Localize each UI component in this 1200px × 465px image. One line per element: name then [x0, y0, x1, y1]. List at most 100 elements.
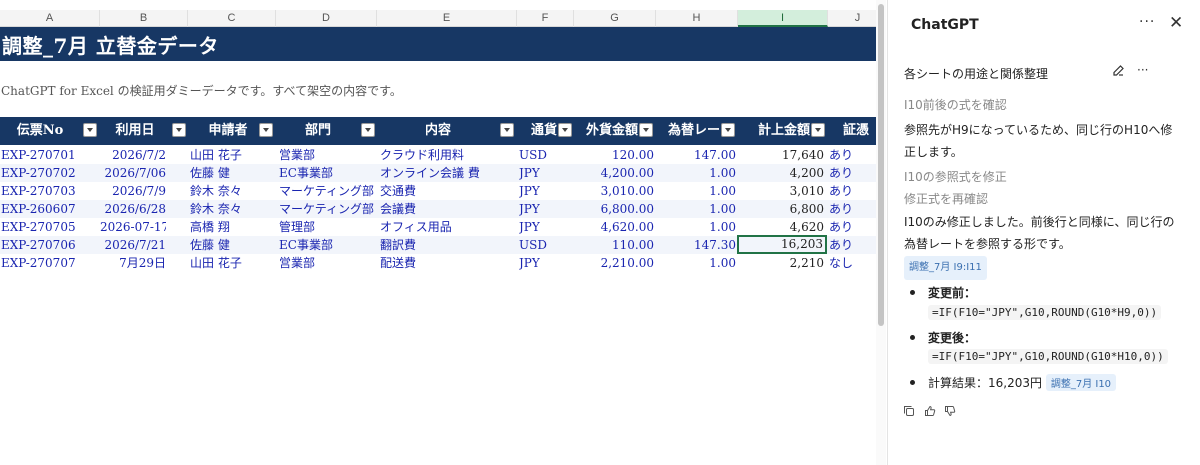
- cell-posted-amount[interactable]: 3,010: [738, 182, 824, 200]
- column-header-e[interactable]: E: [377, 10, 517, 27]
- filter-dropdown-icon[interactable]: [83, 123, 97, 137]
- cell-applicant[interactable]: 山田 花子: [190, 146, 276, 164]
- cell-exchange-rate[interactable]: 1.00: [656, 254, 736, 272]
- filter-dropdown-icon[interactable]: [639, 123, 653, 137]
- cell-department[interactable]: 営業部: [279, 254, 377, 272]
- chat-more-icon[interactable]: ···: [1137, 63, 1148, 77]
- cell-foreign-amount[interactable]: 120.00: [574, 146, 654, 164]
- cell-content[interactable]: オフィス用品: [380, 218, 517, 236]
- cell-evidence[interactable]: あり: [829, 218, 876, 236]
- cell-posted-amount[interactable]: 2,210: [738, 254, 824, 272]
- cell-applicant[interactable]: 佐藤 健: [190, 236, 276, 254]
- cell-department[interactable]: マーケティング部: [279, 182, 377, 200]
- column-header-b[interactable]: B: [100, 10, 188, 27]
- cell-foreign-amount[interactable]: 6,800.00: [574, 200, 654, 218]
- thumbs-down-icon[interactable]: [944, 405, 956, 417]
- cell-voucher-no[interactable]: EXP-270701: [1, 146, 99, 164]
- cell-evidence[interactable]: あり: [829, 200, 876, 218]
- filter-dropdown-icon[interactable]: [558, 123, 572, 137]
- cell-date[interactable]: 2026/7/06: [100, 164, 166, 182]
- cell-foreign-amount[interactable]: 2,210.00: [574, 254, 654, 272]
- cell-content[interactable]: 配送費: [380, 254, 517, 272]
- cell-currency[interactable]: JPY: [519, 254, 574, 272]
- cell-posted-amount[interactable]: 4,620: [738, 218, 824, 236]
- cell-content[interactable]: クラウド利用料: [380, 146, 517, 164]
- cell-department[interactable]: EC事業部: [279, 164, 377, 182]
- close-icon[interactable]: ✕: [1169, 13, 1183, 33]
- filter-dropdown-icon[interactable]: [172, 123, 186, 137]
- filter-dropdown-icon[interactable]: [361, 123, 375, 137]
- cell-date[interactable]: 2026/7/21: [100, 236, 166, 254]
- column-header-j[interactable]: J: [828, 10, 876, 27]
- cell-date[interactable]: 2026-07-17: [100, 218, 166, 236]
- vertical-scrollbar[interactable]: [876, 0, 886, 465]
- cell-foreign-amount[interactable]: 3,010.00: [574, 182, 654, 200]
- cell-exchange-rate[interactable]: 1.00: [656, 182, 736, 200]
- cell-department[interactable]: マーケティング部: [279, 200, 377, 218]
- edit-icon[interactable]: [1112, 64, 1125, 77]
- filter-dropdown-icon[interactable]: [259, 123, 273, 137]
- cell-voucher-no[interactable]: EXP-270702: [1, 164, 99, 182]
- cell-exchange-rate[interactable]: 147.00: [656, 146, 736, 164]
- cell-posted-amount[interactable]: 17,640: [738, 146, 824, 164]
- filter-dropdown-icon[interactable]: [500, 123, 514, 137]
- cell-date[interactable]: 7月29日: [100, 254, 166, 272]
- cell-evidence[interactable]: あり: [829, 146, 876, 164]
- column-header-d[interactable]: D: [276, 10, 377, 27]
- cell-department[interactable]: EC事業部: [279, 236, 377, 254]
- filter-dropdown-icon[interactable]: [811, 123, 825, 137]
- cell-voucher-no[interactable]: EXP-270706: [1, 236, 99, 254]
- cell-foreign-amount[interactable]: 4,200.00: [574, 164, 654, 182]
- cell-voucher-no[interactable]: EXP-270703: [1, 182, 99, 200]
- column-header-a[interactable]: A: [0, 10, 100, 27]
- cell-currency[interactable]: JPY: [519, 200, 574, 218]
- cell-exchange-rate[interactable]: 1.00: [656, 164, 736, 182]
- column-header-h[interactable]: H: [656, 10, 738, 27]
- cell-reference-chip[interactable]: 調整_7月 I10: [1045, 374, 1117, 391]
- column-header-i[interactable]: I: [738, 10, 828, 27]
- cell-exchange-rate[interactable]: 1.00: [656, 218, 736, 236]
- range-reference-chip[interactable]: 調整_7月 I9:I11: [904, 256, 987, 280]
- cell-exchange-rate[interactable]: 1.00: [656, 200, 736, 218]
- cell-date[interactable]: 2026/6/28: [100, 200, 166, 218]
- column-header-g[interactable]: G: [574, 10, 656, 27]
- thumbs-up-icon[interactable]: [924, 405, 936, 417]
- scrollbar-thumb[interactable]: [878, 4, 884, 326]
- more-options-icon[interactable]: ···: [1139, 14, 1155, 30]
- cell-applicant[interactable]: 山田 花子: [190, 254, 276, 272]
- cell-date[interactable]: 2026/7/9: [100, 182, 166, 200]
- cell-evidence[interactable]: あり: [829, 182, 876, 200]
- cell-applicant[interactable]: 高橋 翔: [190, 218, 276, 236]
- cell-content[interactable]: 交通費: [380, 182, 517, 200]
- cell-foreign-amount[interactable]: 110.00: [574, 236, 654, 254]
- cell-currency[interactable]: JPY: [519, 218, 574, 236]
- cell-evidence[interactable]: あり: [829, 236, 876, 254]
- cell-evidence[interactable]: なし: [829, 254, 876, 272]
- cell-exchange-rate[interactable]: 147.30: [656, 236, 736, 254]
- cell-voucher-no[interactable]: EXP-270707: [1, 254, 99, 272]
- cell-content[interactable]: 翻訳費: [380, 236, 517, 254]
- cell-applicant[interactable]: 鈴木 奈々: [190, 200, 276, 218]
- cell-posted-amount[interactable]: 6,800: [738, 200, 824, 218]
- cell-department[interactable]: 営業部: [279, 146, 377, 164]
- cell-evidence[interactable]: あり: [829, 164, 876, 182]
- cell-content[interactable]: 会議費: [380, 200, 517, 218]
- copy-icon[interactable]: [903, 405, 915, 417]
- cell-department[interactable]: 管理部: [279, 218, 377, 236]
- cell-currency[interactable]: JPY: [519, 164, 574, 182]
- cell-currency[interactable]: JPY: [519, 182, 574, 200]
- cell-posted-amount[interactable]: 4,200: [738, 164, 824, 182]
- cell-voucher-no[interactable]: EXP-260607: [1, 200, 99, 218]
- column-header-f[interactable]: F: [517, 10, 574, 27]
- cell-content[interactable]: オンライン会議 費: [380, 164, 517, 182]
- selected-cell-i10[interactable]: 16,203: [737, 235, 827, 254]
- cell-currency[interactable]: USD: [519, 236, 574, 254]
- cell-date[interactable]: 2026/7/2: [100, 146, 166, 164]
- cell-applicant[interactable]: 鈴木 奈々: [190, 182, 276, 200]
- column-header-c[interactable]: C: [188, 10, 276, 27]
- cell-foreign-amount[interactable]: 4,620.00: [574, 218, 654, 236]
- filter-dropdown-icon[interactable]: [721, 123, 735, 137]
- cell-applicant[interactable]: 佐藤 健: [190, 164, 276, 182]
- cell-voucher-no[interactable]: EXP-270705: [1, 218, 99, 236]
- cell-currency[interactable]: USD: [519, 146, 574, 164]
